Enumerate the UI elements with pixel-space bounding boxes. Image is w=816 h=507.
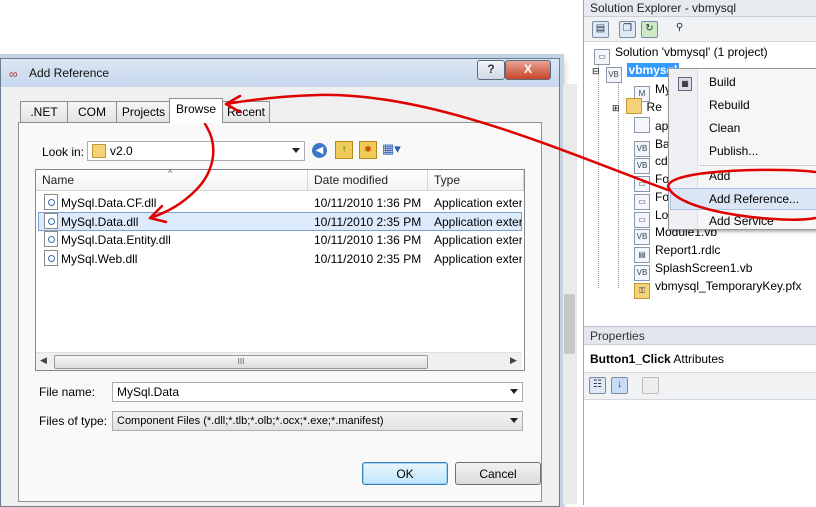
class-diagram-icon[interactable]: ⚲ xyxy=(672,21,687,36)
dll-file-icon xyxy=(44,231,58,247)
build-icon: ▦ xyxy=(678,77,692,91)
menu-item-add-reference[interactable]: Add Reference... xyxy=(709,189,799,209)
dialog-app-icon: ∞ xyxy=(9,67,18,81)
show-all-files-icon[interactable]: ❐ xyxy=(619,21,636,38)
scroll-thumb[interactable]: III xyxy=(54,355,428,369)
back-icon[interactable]: ◀ xyxy=(312,143,327,158)
config-file-icon xyxy=(634,117,650,133)
folder-icon xyxy=(92,144,106,158)
chevron-down-icon xyxy=(510,389,518,394)
property-pages-icon[interactable] xyxy=(642,377,659,394)
file-row-selected[interactable]: MySql.Data.dll 10/11/2010 2:35 PM Applic… xyxy=(38,212,522,231)
new-folder-icon[interactable]: ✱ xyxy=(359,141,377,159)
expand-icon[interactable]: ⊞ xyxy=(612,103,620,113)
menu-item-build[interactable]: Build xyxy=(709,72,736,92)
properties-toolbar: ☷ ↓ xyxy=(584,372,816,400)
vb-project-icon: VB xyxy=(605,67,622,83)
help-button[interactable]: ? xyxy=(477,60,505,80)
chevron-down-icon xyxy=(510,418,518,423)
dialog-title: Add Reference xyxy=(29,66,110,80)
alphabetical-icon[interactable]: ↓ xyxy=(611,377,628,394)
tab-projects[interactable]: Projects xyxy=(116,101,171,122)
dll-file-icon xyxy=(44,213,58,229)
properties-title: Properties xyxy=(584,326,816,345)
up-folder-icon[interactable]: ↑ xyxy=(335,141,353,159)
key-file-icon: ⚿ xyxy=(634,283,650,299)
menu-item-publish[interactable]: Publish... xyxy=(709,141,758,161)
tree-item[interactable]: ⊞ Re xyxy=(612,98,662,116)
dll-file-icon xyxy=(44,250,58,266)
dll-file-icon xyxy=(44,194,58,210)
context-menu: ▦ Build Rebuild Clean Publish... Add Add… xyxy=(668,68,816,230)
dialog-titlebar[interactable]: ∞ Add Reference ? X xyxy=(1,59,559,87)
tab-recent[interactable]: Recent xyxy=(222,101,270,122)
tree-item[interactable]: ▭ Lo xyxy=(634,206,668,228)
tree-project[interactable]: ⊟ VB vbmysql xyxy=(592,61,680,83)
file-name-input[interactable]: MySql.Data xyxy=(112,382,523,402)
tree-item[interactable]: ▭ Fo xyxy=(634,188,669,210)
horizontal-scrollbar[interactable]: ◀ III ▶ xyxy=(36,352,522,370)
scroll-left-icon[interactable]: ◀ xyxy=(40,355,47,366)
file-list: Name ^ Date modified Type MySql.Data.CF.d… xyxy=(35,168,525,371)
chevron-down-icon xyxy=(292,148,300,153)
menu-item-rebuild[interactable]: Rebuild xyxy=(709,95,750,115)
editor-scroll-thumb[interactable] xyxy=(564,294,575,354)
look-in-combo[interactable]: v2.0 xyxy=(87,141,305,161)
file-row[interactable]: MySql.Web.dll 10/11/2010 2:35 PM Applica… xyxy=(38,250,522,269)
sort-up-icon: ^ xyxy=(168,168,173,178)
tree-item[interactable]: ap xyxy=(634,117,668,135)
tree-solution[interactable]: ▭ Solution 'vbmysql' (1 project) xyxy=(594,43,768,65)
files-of-type-label: Files of type: xyxy=(39,414,108,428)
refresh-icon[interactable]: ↻ xyxy=(641,21,658,38)
tree-item[interactable]: ▭ Fo xyxy=(634,170,669,192)
categorized-icon[interactable]: ☷ xyxy=(589,377,606,394)
tree-item[interactable]: VB cd xyxy=(634,152,668,174)
column-header-date[interactable]: Date modified xyxy=(308,170,428,191)
tree-item[interactable]: ⚿ vbmysql_TemporaryKey.pfx xyxy=(634,277,802,299)
solution-explorer-toolbar: ▤ ❐ ↻ ⚲ xyxy=(584,17,816,42)
file-row[interactable]: MySql.Data.CF.dll 10/11/2010 1:36 PM App… xyxy=(38,194,522,213)
files-of-type-select[interactable]: Component Files (*.dll;*.tlb;*.olb;*.ocx… xyxy=(112,411,523,431)
properties-icon[interactable]: ▤ xyxy=(592,21,609,38)
menu-item-add[interactable]: Add xyxy=(709,166,730,186)
tab-com[interactable]: COM xyxy=(67,101,117,122)
menu-item-add-service-reference[interactable]: Add Service Reference... xyxy=(709,211,816,227)
close-button[interactable]: X xyxy=(505,60,551,80)
editor-scrollbar[interactable] xyxy=(562,84,577,504)
view-menu-icon[interactable]: ▦▾ xyxy=(382,141,406,157)
file-name-label: File name: xyxy=(39,385,96,399)
tree-item[interactable]: ▤ Report1.rdlc xyxy=(634,241,720,263)
tab-net[interactable]: .NET xyxy=(20,101,68,122)
scroll-right-icon[interactable]: ▶ xyxy=(510,355,517,366)
add-reference-dialog: ∞ Add Reference ? X .NET COM Projects Br… xyxy=(0,58,560,507)
properties-object-selector[interactable]: Button1_Click Attributes xyxy=(590,352,724,366)
tree-item[interactable]: VB SplashScreen1.vb xyxy=(634,259,752,281)
cancel-button[interactable]: Cancel xyxy=(455,462,541,485)
solution-explorer-title: Solution Explorer - vbmysql xyxy=(584,0,816,17)
folder-icon xyxy=(625,98,642,114)
column-header-name[interactable]: Name ^ xyxy=(36,168,308,191)
file-row[interactable]: MySql.Data.Entity.dll 10/11/2010 1:36 PM… xyxy=(38,231,522,250)
column-header-type[interactable]: Type xyxy=(428,170,524,191)
tree-item[interactable]: M My xyxy=(634,80,671,102)
tree-item[interactable]: VB Ba xyxy=(634,135,670,157)
menu-item-clean[interactable]: Clean xyxy=(709,118,740,138)
ok-button[interactable]: OK xyxy=(362,462,448,485)
look-in-label: Look in: xyxy=(42,145,85,159)
tab-browse[interactable]: Browse xyxy=(169,98,223,123)
collapse-icon[interactable]: ⊟ xyxy=(592,66,600,76)
